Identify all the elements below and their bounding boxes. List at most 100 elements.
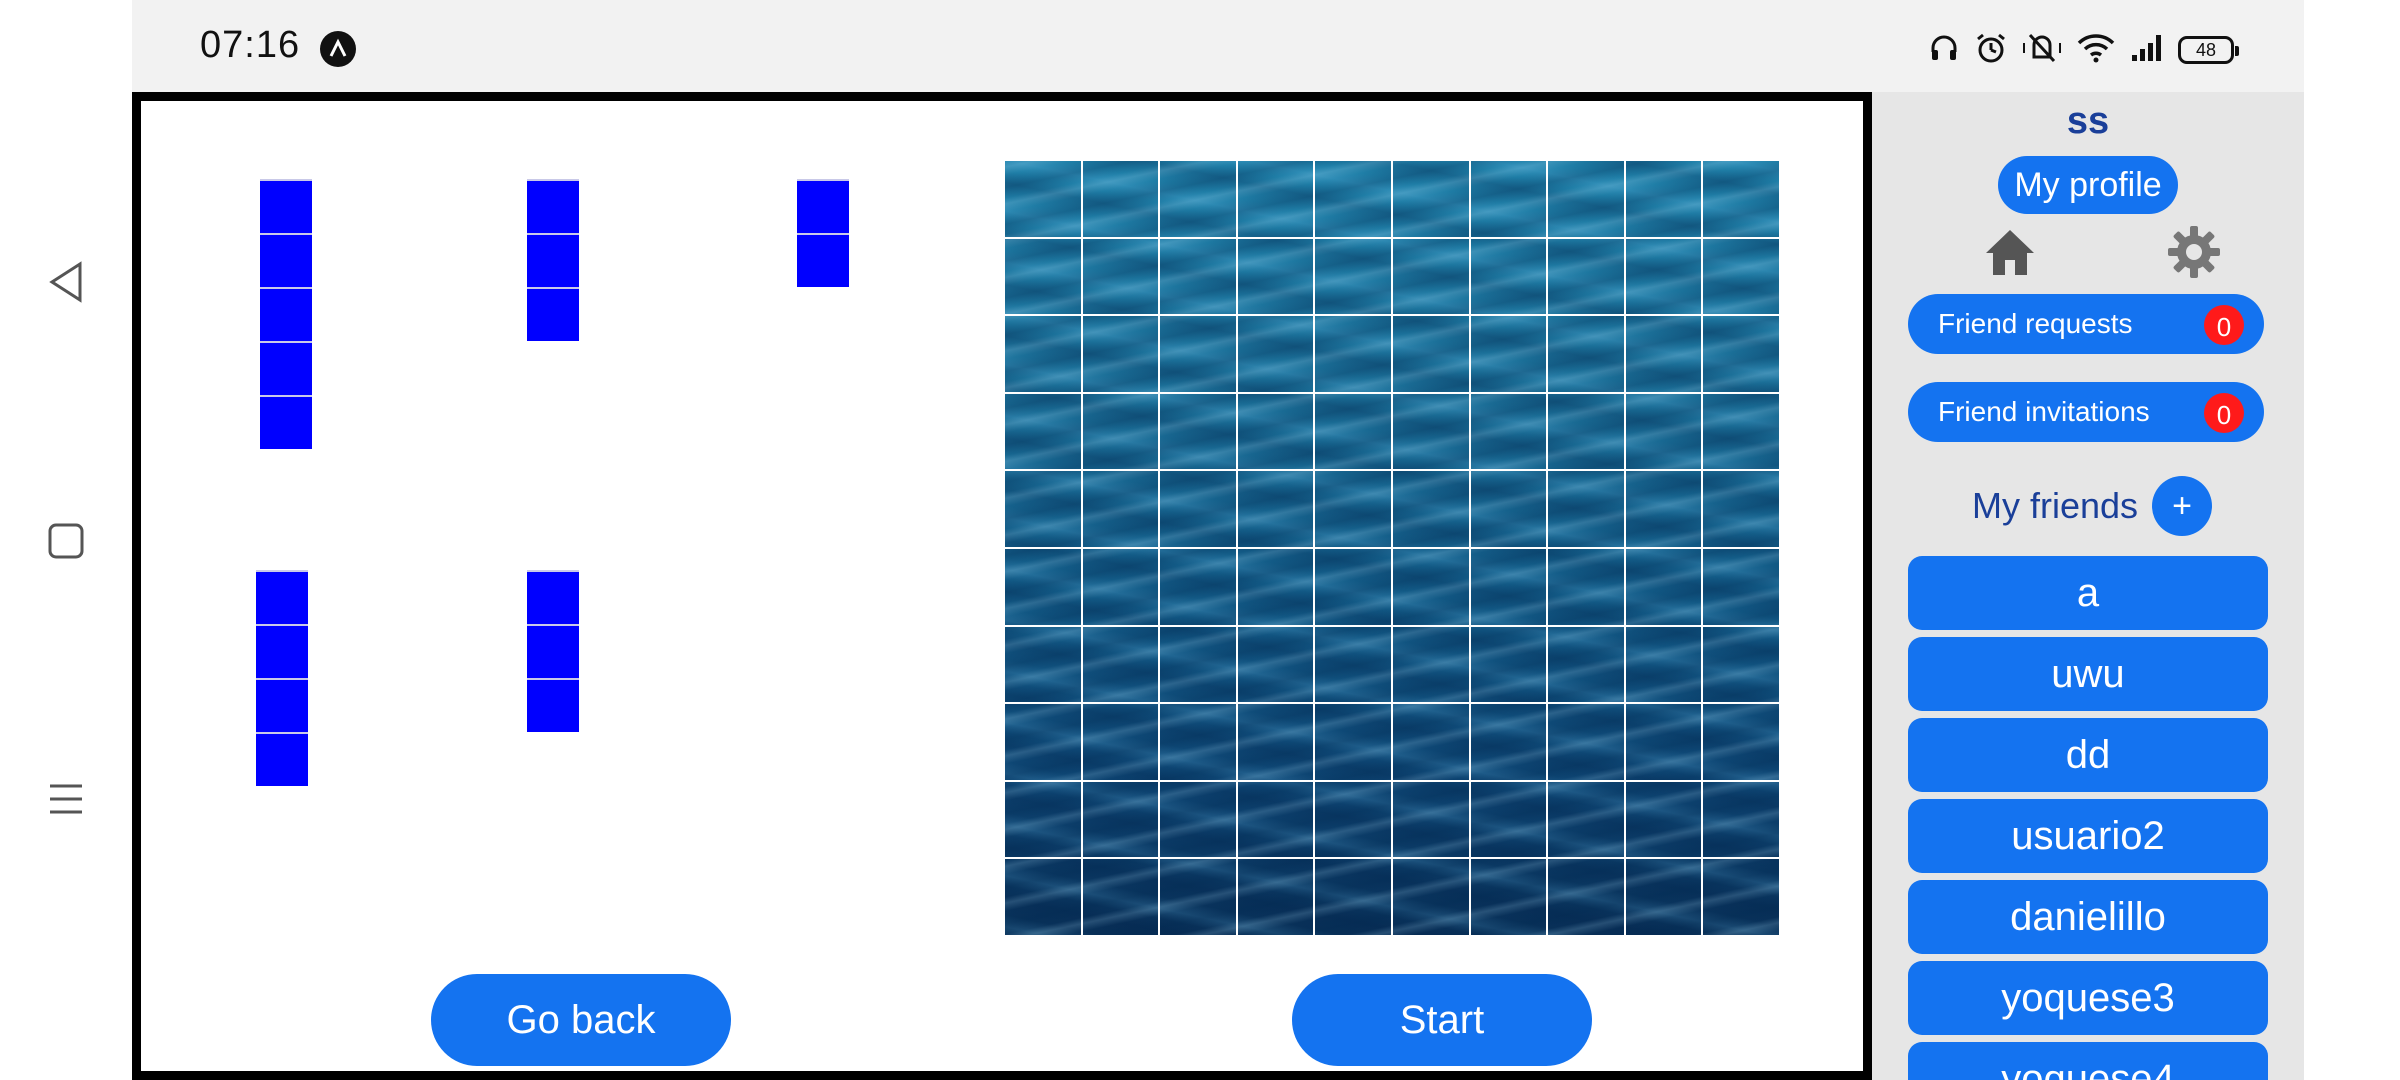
home-nav-icon[interactable] <box>38 513 94 569</box>
board-cell[interactable] <box>1005 781 1083 860</box>
board-cell[interactable] <box>1237 393 1316 472</box>
board-cell[interactable] <box>1392 316 1471 394</box>
board-cell[interactable] <box>1625 626 1704 705</box>
board-cell[interactable] <box>1315 238 1393 317</box>
board-cell[interactable] <box>1625 781 1704 860</box>
board-cell[interactable] <box>1548 626 1626 705</box>
board-cell[interactable] <box>1315 161 1393 239</box>
board-cell[interactable] <box>1470 471 1549 549</box>
board-cell[interactable] <box>1005 626 1083 705</box>
board-cell[interactable] <box>1703 626 1781 705</box>
board-cell[interactable] <box>1548 548 1626 627</box>
ship-length-5[interactable] <box>260 179 312 449</box>
board-cell[interactable] <box>1005 859 1083 937</box>
friend-invitations-button[interactable]: Friend invitations 0 <box>1908 382 2264 442</box>
board-cell[interactable] <box>1082 161 1161 239</box>
friend-item[interactable]: yoquese4 <box>1908 1042 2268 1080</box>
game-board[interactable] <box>1003 159 1781 937</box>
board-cell[interactable] <box>1625 859 1704 937</box>
board-cell[interactable] <box>1315 626 1393 705</box>
board-cell[interactable] <box>1082 859 1161 937</box>
board-cell[interactable] <box>1703 859 1781 937</box>
board-cell[interactable] <box>1160 704 1238 782</box>
board-cell[interactable] <box>1082 704 1161 782</box>
board-cell[interactable] <box>1548 859 1626 937</box>
board-cell[interactable] <box>1392 781 1471 860</box>
ship-length-3-b[interactable] <box>527 570 579 732</box>
board-cell[interactable] <box>1470 704 1549 782</box>
board-cell[interactable] <box>1703 704 1781 782</box>
board-cell[interactable] <box>1237 781 1316 860</box>
board-cell[interactable] <box>1237 704 1316 782</box>
board-cell[interactable] <box>1548 781 1626 860</box>
board-cell[interactable] <box>1625 471 1704 549</box>
board-cell[interactable] <box>1470 859 1549 937</box>
ship-length-3-a[interactable] <box>527 179 579 341</box>
board-cell[interactable] <box>1160 548 1238 627</box>
board-cell[interactable] <box>1160 781 1238 860</box>
board-cell[interactable] <box>1237 161 1316 239</box>
board-cell[interactable] <box>1237 626 1316 705</box>
add-friend-button[interactable]: + <box>2152 476 2212 536</box>
board-cell[interactable] <box>1005 316 1083 394</box>
board-cell[interactable] <box>1005 704 1083 782</box>
board-cell[interactable] <box>1315 316 1393 394</box>
my-profile-button[interactable]: My profile <box>1998 156 2178 214</box>
board-cell[interactable] <box>1548 161 1626 239</box>
gear-icon[interactable] <box>2164 222 2224 282</box>
board-cell[interactable] <box>1470 238 1549 317</box>
friend-item[interactable]: dd <box>1908 718 2268 792</box>
board-cell[interactable] <box>1005 161 1083 239</box>
board-cell[interactable] <box>1082 316 1161 394</box>
board-cell[interactable] <box>1315 704 1393 782</box>
board-cell[interactable] <box>1703 238 1781 317</box>
board-cell[interactable] <box>1160 859 1238 937</box>
board-cell[interactable] <box>1160 316 1238 394</box>
board-cell[interactable] <box>1082 471 1161 549</box>
board-cell[interactable] <box>1005 393 1083 472</box>
house-icon[interactable] <box>1980 222 2040 282</box>
board-cell[interactable] <box>1392 471 1471 549</box>
board-cell[interactable] <box>1392 393 1471 472</box>
friend-item[interactable]: usuario2 <box>1908 799 2268 873</box>
board-cell[interactable] <box>1703 471 1781 549</box>
board-cell[interactable] <box>1703 548 1781 627</box>
board-cell[interactable] <box>1082 393 1161 472</box>
board-cell[interactable] <box>1160 626 1238 705</box>
board-cell[interactable] <box>1237 471 1316 549</box>
board-cell[interactable] <box>1703 781 1781 860</box>
friend-requests-button[interactable]: Friend requests 0 <box>1908 294 2264 354</box>
friend-item[interactable]: a <box>1908 556 2268 630</box>
ship-length-4[interactable] <box>256 570 308 786</box>
board-cell[interactable] <box>1392 626 1471 705</box>
board-cell[interactable] <box>1392 859 1471 937</box>
board-cell[interactable] <box>1082 238 1161 317</box>
board-cell[interactable] <box>1548 471 1626 549</box>
board-cell[interactable] <box>1470 626 1549 705</box>
board-cell[interactable] <box>1082 548 1161 627</box>
board-cell[interactable] <box>1237 238 1316 317</box>
board-cell[interactable] <box>1005 238 1083 317</box>
board-cell[interactable] <box>1470 316 1549 394</box>
board-cell[interactable] <box>1082 626 1161 705</box>
board-cell[interactable] <box>1625 704 1704 782</box>
board-cell[interactable] <box>1625 316 1704 394</box>
board-cell[interactable] <box>1470 548 1549 627</box>
start-button[interactable]: Start <box>1292 974 1592 1066</box>
board-cell[interactable] <box>1392 704 1471 782</box>
board-cell[interactable] <box>1160 161 1238 239</box>
board-cell[interactable] <box>1392 548 1471 627</box>
board-cell[interactable] <box>1160 238 1238 317</box>
go-back-button[interactable]: Go back <box>431 974 731 1066</box>
board-cell[interactable] <box>1315 859 1393 937</box>
board-cell[interactable] <box>1703 161 1781 239</box>
board-cell[interactable] <box>1548 238 1626 317</box>
board-cell[interactable] <box>1470 781 1549 860</box>
board-cell[interactable] <box>1315 393 1393 472</box>
board-cell[interactable] <box>1082 781 1161 860</box>
friend-item[interactable]: yoquese3 <box>1908 961 2268 1035</box>
board-cell[interactable] <box>1237 859 1316 937</box>
board-cell[interactable] <box>1548 393 1626 472</box>
menu-nav-icon[interactable] <box>38 771 94 827</box>
board-cell[interactable] <box>1548 704 1626 782</box>
